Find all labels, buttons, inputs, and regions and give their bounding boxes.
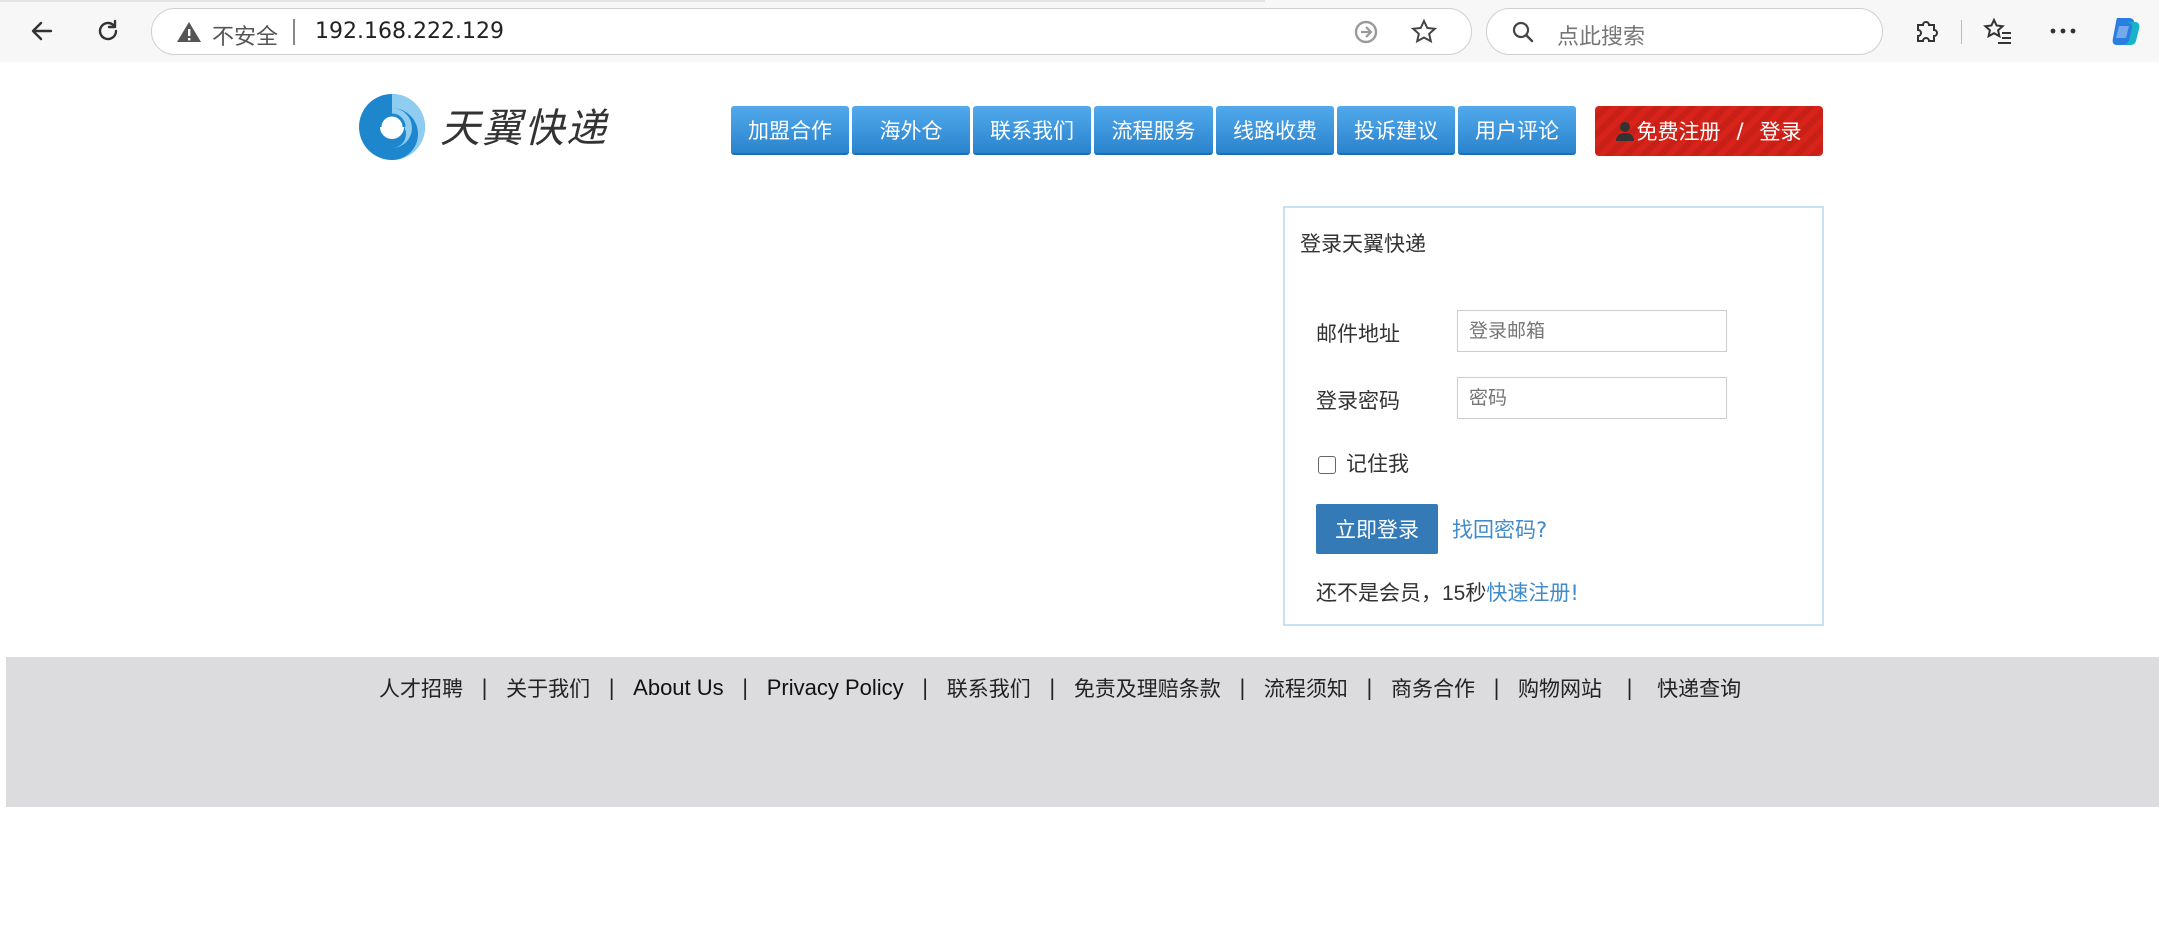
footer-link-about-us[interactable]: About Us bbox=[633, 675, 724, 701]
footer-separator: | bbox=[1238, 676, 1246, 700]
address-separator bbox=[293, 19, 295, 45]
toolbar-separator bbox=[1961, 20, 1962, 44]
footer-link-about-cn[interactable]: 关于我们 bbox=[506, 673, 590, 703]
footer-separator: | bbox=[1626, 676, 1634, 700]
footer-separator: | bbox=[1492, 676, 1501, 700]
quick-register-link[interactable]: 快速注册! bbox=[1486, 581, 1578, 605]
password-label: 登录密码 bbox=[1316, 389, 1400, 413]
address-bar[interactable]: 不安全 192.168.222.129 bbox=[151, 8, 1472, 55]
nav-join[interactable]: 加盟合作 bbox=[731, 106, 849, 155]
main-nav: 加盟合作 海外仓 联系我们 流程服务 线路收费 投诉建议 用户评论 bbox=[731, 106, 1579, 155]
remember-label[interactable]: 记住我 bbox=[1346, 448, 1409, 478]
read-aloud-icon[interactable] bbox=[1352, 18, 1380, 46]
footer-link-process-notes[interactable]: 流程须知 bbox=[1264, 673, 1348, 703]
search-icon bbox=[1512, 21, 1534, 43]
register-login-button[interactable]: 免费注册 / 登录 bbox=[1595, 106, 1823, 156]
reload-button[interactable] bbox=[88, 11, 128, 51]
remember-checkbox[interactable] bbox=[1318, 456, 1336, 474]
back-arrow-icon bbox=[31, 21, 53, 41]
footer-link-tracking[interactable]: 快递查询 bbox=[1657, 673, 1741, 703]
nav-route-fees[interactable]: 线路收费 bbox=[1216, 106, 1334, 155]
footer-separator: | bbox=[1048, 676, 1056, 700]
more-dots-icon bbox=[2050, 28, 2076, 34]
email-label: 邮件地址 bbox=[1316, 322, 1400, 346]
swirl-logo-icon bbox=[359, 94, 425, 160]
not-member-seconds: 15 bbox=[1442, 582, 1466, 605]
footer-link-shopping[interactable]: 购物网站 bbox=[1518, 673, 1602, 703]
user-icon bbox=[1616, 122, 1635, 141]
forgot-password-link[interactable]: 找回密码? bbox=[1452, 514, 1547, 544]
browser-toolbar: 不安全 192.168.222.129 点此搜索 bbox=[0, 0, 2159, 62]
email-input[interactable] bbox=[1457, 310, 1727, 352]
search-placeholder: 点此搜索 bbox=[1557, 25, 1646, 50]
footer-separator: | bbox=[741, 676, 749, 700]
footer-link-careers[interactable]: 人才招聘 bbox=[379, 673, 463, 703]
nav-user-reviews[interactable]: 用户评论 bbox=[1458, 106, 1576, 155]
not-member-text: 还不是会员，15秒快速注册! bbox=[1316, 577, 1579, 607]
password-input[interactable] bbox=[1457, 377, 1727, 419]
web-page: 天翼快递 加盟合作 海外仓 联系我们 流程服务 线路收费 投诉建议 用户评论 免… bbox=[6, 62, 2159, 935]
not-member-prefix: 还不是会员， bbox=[1316, 581, 1442, 605]
footer: 人才招聘 | 关于我们 | About Us | Privacy Policy … bbox=[6, 657, 2159, 807]
footer-separator: | bbox=[481, 676, 489, 700]
copilot-button[interactable] bbox=[2106, 11, 2146, 51]
login-title: 登录天翼快递 bbox=[1300, 232, 1426, 256]
site-logo[interactable]: 天翼快递 bbox=[354, 88, 614, 166]
footer-link-privacy[interactable]: Privacy Policy bbox=[767, 675, 904, 701]
puzzle-icon bbox=[1917, 21, 1938, 42]
favorites-button[interactable] bbox=[1978, 11, 2018, 51]
nav-process-service[interactable]: 流程服务 bbox=[1094, 106, 1213, 155]
footer-links: 人才招聘 | 关于我们 | About Us | Privacy Policy … bbox=[379, 673, 1741, 703]
nav-complaints[interactable]: 投诉建议 bbox=[1337, 106, 1455, 155]
favorite-star-icon[interactable] bbox=[1410, 18, 1438, 46]
nav-overseas-warehouse[interactable]: 海外仓 bbox=[852, 106, 970, 155]
copilot-icon bbox=[2112, 18, 2140, 45]
footer-separator: | bbox=[1365, 676, 1373, 700]
back-button[interactable] bbox=[22, 11, 62, 51]
register-label[interactable]: 免费注册 bbox=[1636, 116, 1720, 146]
footer-link-business[interactable]: 商务合作 bbox=[1391, 673, 1475, 703]
footer-link-disclaimer[interactable]: 免责及理赔条款 bbox=[1074, 673, 1221, 703]
favorites-list-icon bbox=[1983, 17, 2011, 44]
reload-icon bbox=[98, 19, 118, 41]
not-member-unit: 秒 bbox=[1465, 581, 1487, 605]
more-menu-button[interactable] bbox=[2043, 11, 2083, 51]
login-panel: 登录天翼快递 邮件地址 登录密码 记住我 立即登录 找回密码? 还不是会员，15… bbox=[1283, 206, 1824, 626]
footer-link-contact[interactable]: 联系我们 bbox=[947, 673, 1031, 703]
register-separator: / bbox=[1736, 119, 1744, 143]
login-submit-button[interactable]: 立即登录 bbox=[1316, 504, 1438, 554]
footer-separator: | bbox=[608, 676, 616, 700]
login-label[interactable]: 登录 bbox=[1760, 116, 1802, 146]
nav-contact[interactable]: 联系我们 bbox=[973, 106, 1091, 155]
logo-text: 天翼快递 bbox=[440, 106, 608, 152]
extensions-button[interactable] bbox=[1906, 11, 1946, 51]
footer-separator: | bbox=[921, 676, 929, 700]
browser-search-box[interactable]: 点此搜索 bbox=[1486, 8, 1883, 55]
loading-bar bbox=[0, 0, 1265, 2]
url-text[interactable]: 192.168.222.129 bbox=[315, 19, 504, 44]
security-status[interactable]: 不安全 bbox=[212, 19, 278, 51]
warning-icon[interactable] bbox=[176, 20, 202, 44]
